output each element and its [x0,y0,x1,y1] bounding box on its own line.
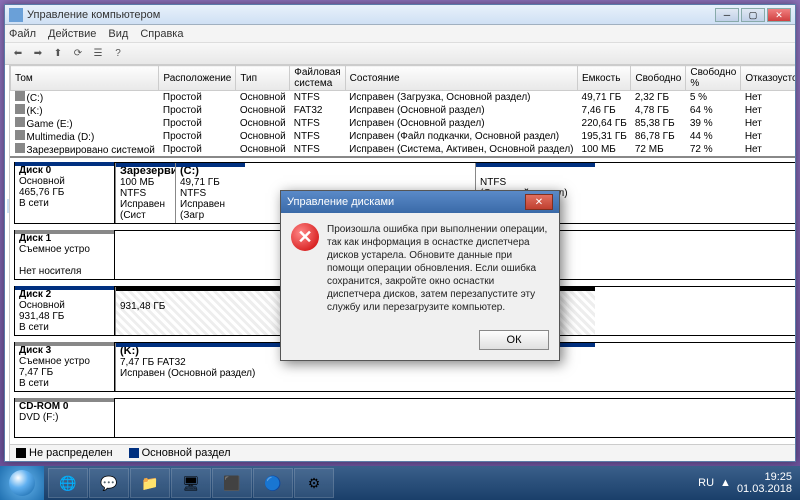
volume-row[interactable]: (K:)ПростойОсновнойFAT32Исправен (Основн… [11,104,796,117]
tray-lang[interactable]: RU [698,477,714,489]
menu-file[interactable]: Файл [9,28,36,40]
dialog-message: Произошла ошибка при выполнении операции… [327,223,549,314]
dialog-title: Управление дисками [287,196,525,208]
taskbar[interactable]: 🌐 💬 📁 🖥 ⬛ 🔵 ⚙ RU ▲ 19:2501.03.2018 [0,466,800,500]
volume-row[interactable]: (C:)ПростойОсновнойNTFSИсправен (Загрузк… [11,91,796,105]
column-header[interactable]: Емкость [578,66,631,91]
dialog-close-button[interactable]: ✕ [525,194,553,210]
column-header[interactable]: Состояние [345,66,577,91]
task-chrome[interactable]: 🌐 [48,468,88,498]
windows-orb-icon [9,470,35,496]
volume-row[interactable]: Game (E:)ПростойОсновнойNTFSИсправен (Ос… [11,117,796,130]
refresh-button[interactable]: ⟳ [69,45,87,63]
ok-button[interactable]: ОК [479,330,549,350]
legend-label: Основной раздел [142,447,231,459]
disk-header[interactable]: Диск 1Съемное устроНет носителя [15,231,115,279]
task-terminal[interactable]: ⬛ [212,468,252,498]
partition[interactable]: (C:)49,71 ГБ NTFSИсправен (Загр [175,163,245,223]
column-header[interactable]: Файловая система [290,66,345,91]
task-explorer[interactable]: 📁 [130,468,170,498]
system-tray[interactable]: RU ▲ 19:2501.03.2018 [690,471,800,495]
properties-button[interactable]: ☰ [89,45,107,63]
up-button[interactable]: ⬆ [49,45,67,63]
disk-row[interactable]: CD-ROM 0DVD (F:) [14,398,795,438]
task-app2[interactable]: 🔵 [253,468,293,498]
toolbar: ⬅ ➡ ⬆ ⟳ ☰ ? [5,43,795,65]
disk-header[interactable]: Диск 3Съемное устро7,47 ГБВ сети [15,343,115,391]
task-monitor[interactable]: 🖥 [171,468,211,498]
task-mgmt[interactable]: ⚙ [294,468,334,498]
help-button[interactable]: ? [109,45,127,63]
legend-swatch [129,448,139,458]
maximize-button[interactable]: ▢ [741,8,765,22]
partition[interactable]: Зарезервиров100 МБ NTFSИсправен (Сист [115,163,175,223]
menubar: Файл Действие Вид Справка [5,25,795,43]
app-icon [9,8,23,22]
forward-button[interactable]: ➡ [29,45,47,63]
task-app[interactable]: 💬 [89,468,129,498]
menu-help[interactable]: Справка [140,28,183,40]
legend-label: Не распределен [29,447,113,459]
column-header[interactable]: Том [11,66,159,91]
error-icon: ✕ [291,223,319,251]
legend-swatch [16,448,26,458]
tray-flag-icon[interactable]: ▲ [720,477,731,489]
start-button[interactable] [0,466,44,500]
column-header[interactable]: Свободно % [686,66,741,91]
column-header[interactable]: Тип [236,66,290,91]
minimize-button[interactable]: ─ [715,8,739,22]
close-button[interactable]: ✕ [767,8,791,22]
tray-clock[interactable]: 19:2501.03.2018 [737,471,792,495]
taskbar-tasks: 🌐 💬 📁 🖥 ⬛ 🔵 ⚙ [44,468,690,498]
error-dialog: Управление дисками ✕ ✕ Произошла ошибка … [280,190,560,361]
volume-list[interactable]: ТомРасположениеТипФайловая системаСостоя… [10,65,795,158]
menu-view[interactable]: Вид [108,28,128,40]
column-header[interactable]: Расположение [159,66,236,91]
legend: Не распределен Основной раздел [10,444,795,461]
disk-header[interactable]: CD-ROM 0DVD (F:) [15,399,115,437]
volume-row[interactable]: Multimedia (D:)ПростойОсновнойNTFSИсправ… [11,130,796,143]
titlebar[interactable]: Управление компьютером ─ ▢ ✕ [5,5,795,25]
menu-action[interactable]: Действие [48,28,96,40]
disk-header[interactable]: Диск 2Основной931,48 ГБВ сети [15,287,115,335]
dialog-titlebar[interactable]: Управление дисками ✕ [281,191,559,213]
back-button[interactable]: ⬅ [9,45,27,63]
disk-header[interactable]: Диск 0Основной465,76 ГБВ сети [15,163,115,223]
volume-row[interactable]: Зарезервировано системойПростойОсновнойN… [11,143,796,156]
column-header[interactable]: Отказоустойчивос [741,66,795,91]
column-header[interactable]: Свободно [631,66,686,91]
window-title: Управление компьютером [27,9,715,21]
